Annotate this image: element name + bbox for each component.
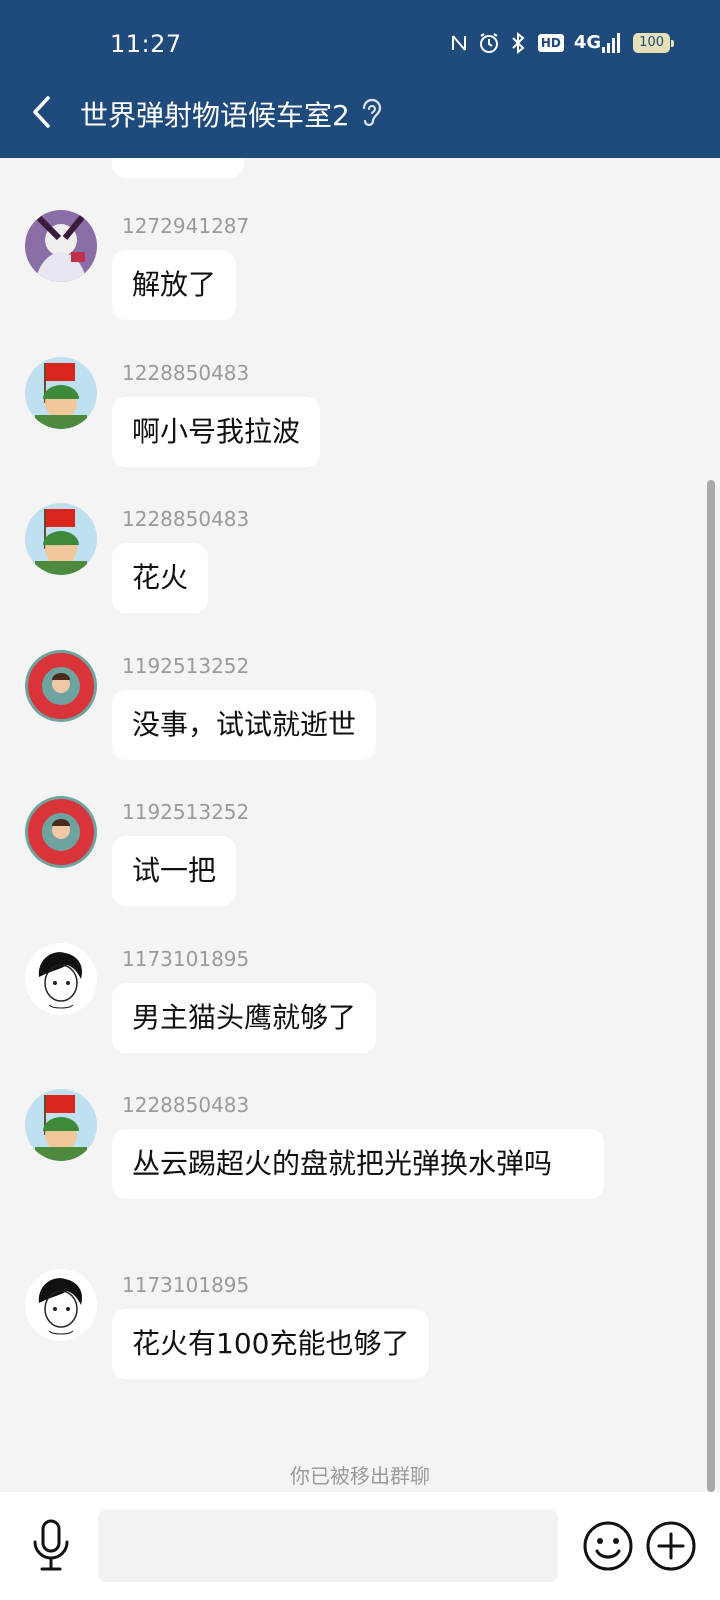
message-bubble-partial <box>112 158 244 178</box>
flag-soldier-avatar[interactable] <box>25 357 97 429</box>
sender-name: 1272941287 <box>122 214 250 238</box>
sender-name: 1173101895 <box>122 1273 250 1297</box>
more-actions-button[interactable] <box>645 1520 697 1572</box>
signal-icon: 4G <box>574 32 623 54</box>
removed-from-group-notice: 你已被移出群聊 <box>290 1464 430 1488</box>
microphone-icon <box>33 1519 69 1571</box>
app-header: 11:27 HD 4G 100 世界弹射物语候车室2 <box>0 0 720 158</box>
status-icons: HD 4G 100 <box>450 32 674 54</box>
bluetooth-icon <box>510 32 528 54</box>
message-bubble[interactable]: 解放了 <box>112 250 237 320</box>
page-title: 世界弹射物语候车室2 <box>80 99 350 132</box>
chevron-left-icon <box>33 96 50 128</box>
sender-name: 1228850483 <box>122 507 250 531</box>
sketch-boy-avatar[interactable] <box>25 1269 97 1341</box>
message-input-bar <box>0 1492 720 1600</box>
sender-name: 1228850483 <box>122 1093 250 1117</box>
swim-ring-avatar[interactable] <box>25 650 97 722</box>
message-bubble[interactable]: 没事，试试就逝世 <box>112 690 377 760</box>
hd-icon: HD <box>537 34 564 52</box>
message-bubble[interactable]: 啊小号我拉波 <box>112 397 321 467</box>
message-bubble[interactable]: 男主猫头鹰就够了 <box>112 983 377 1053</box>
sender-name: 1192513252 <box>122 654 250 678</box>
girl-anime-avatar[interactable] <box>25 210 97 282</box>
sketch-boy-avatar[interactable] <box>25 943 97 1015</box>
network-type: 4G <box>573 32 602 53</box>
message-bubble[interactable]: 花火有100充能也够了 <box>112 1309 430 1379</box>
voice-button[interactable] <box>28 1518 74 1572</box>
flag-soldier-avatar[interactable] <box>25 503 97 575</box>
message-bubble[interactable]: 丛云踢超火的盘就把光弹换水弹吗 <box>112 1129 604 1199</box>
sender-name: 1173101895 <box>122 947 250 971</box>
chat-scrollbar[interactable] <box>707 480 715 1492</box>
smiley-icon <box>583 1521 633 1571</box>
message-bubble[interactable]: 花火 <box>112 543 209 613</box>
chat-message-list[interactable]: 1272941287 解放了 1228850483 啊小号我拉波 1228850… <box>0 158 720 1492</box>
plus-circle-icon <box>646 1521 696 1571</box>
flag-soldier-avatar[interactable] <box>25 1089 97 1161</box>
ear-icon[interactable] <box>358 96 384 128</box>
sender-name: 1228850483 <box>122 361 250 385</box>
battery-icon: 100 <box>633 33 674 53</box>
message-input[interactable] <box>98 1510 558 1582</box>
alarm-icon <box>478 32 500 54</box>
swim-ring-avatar[interactable] <box>25 796 97 868</box>
status-time: 11:27 <box>110 30 182 58</box>
nfc-icon <box>450 32 468 54</box>
sender-name: 1192513252 <box>122 800 250 824</box>
message-bubble[interactable]: 试一把 <box>112 836 237 906</box>
emoji-button[interactable] <box>582 1520 634 1572</box>
back-button[interactable] <box>26 92 58 132</box>
